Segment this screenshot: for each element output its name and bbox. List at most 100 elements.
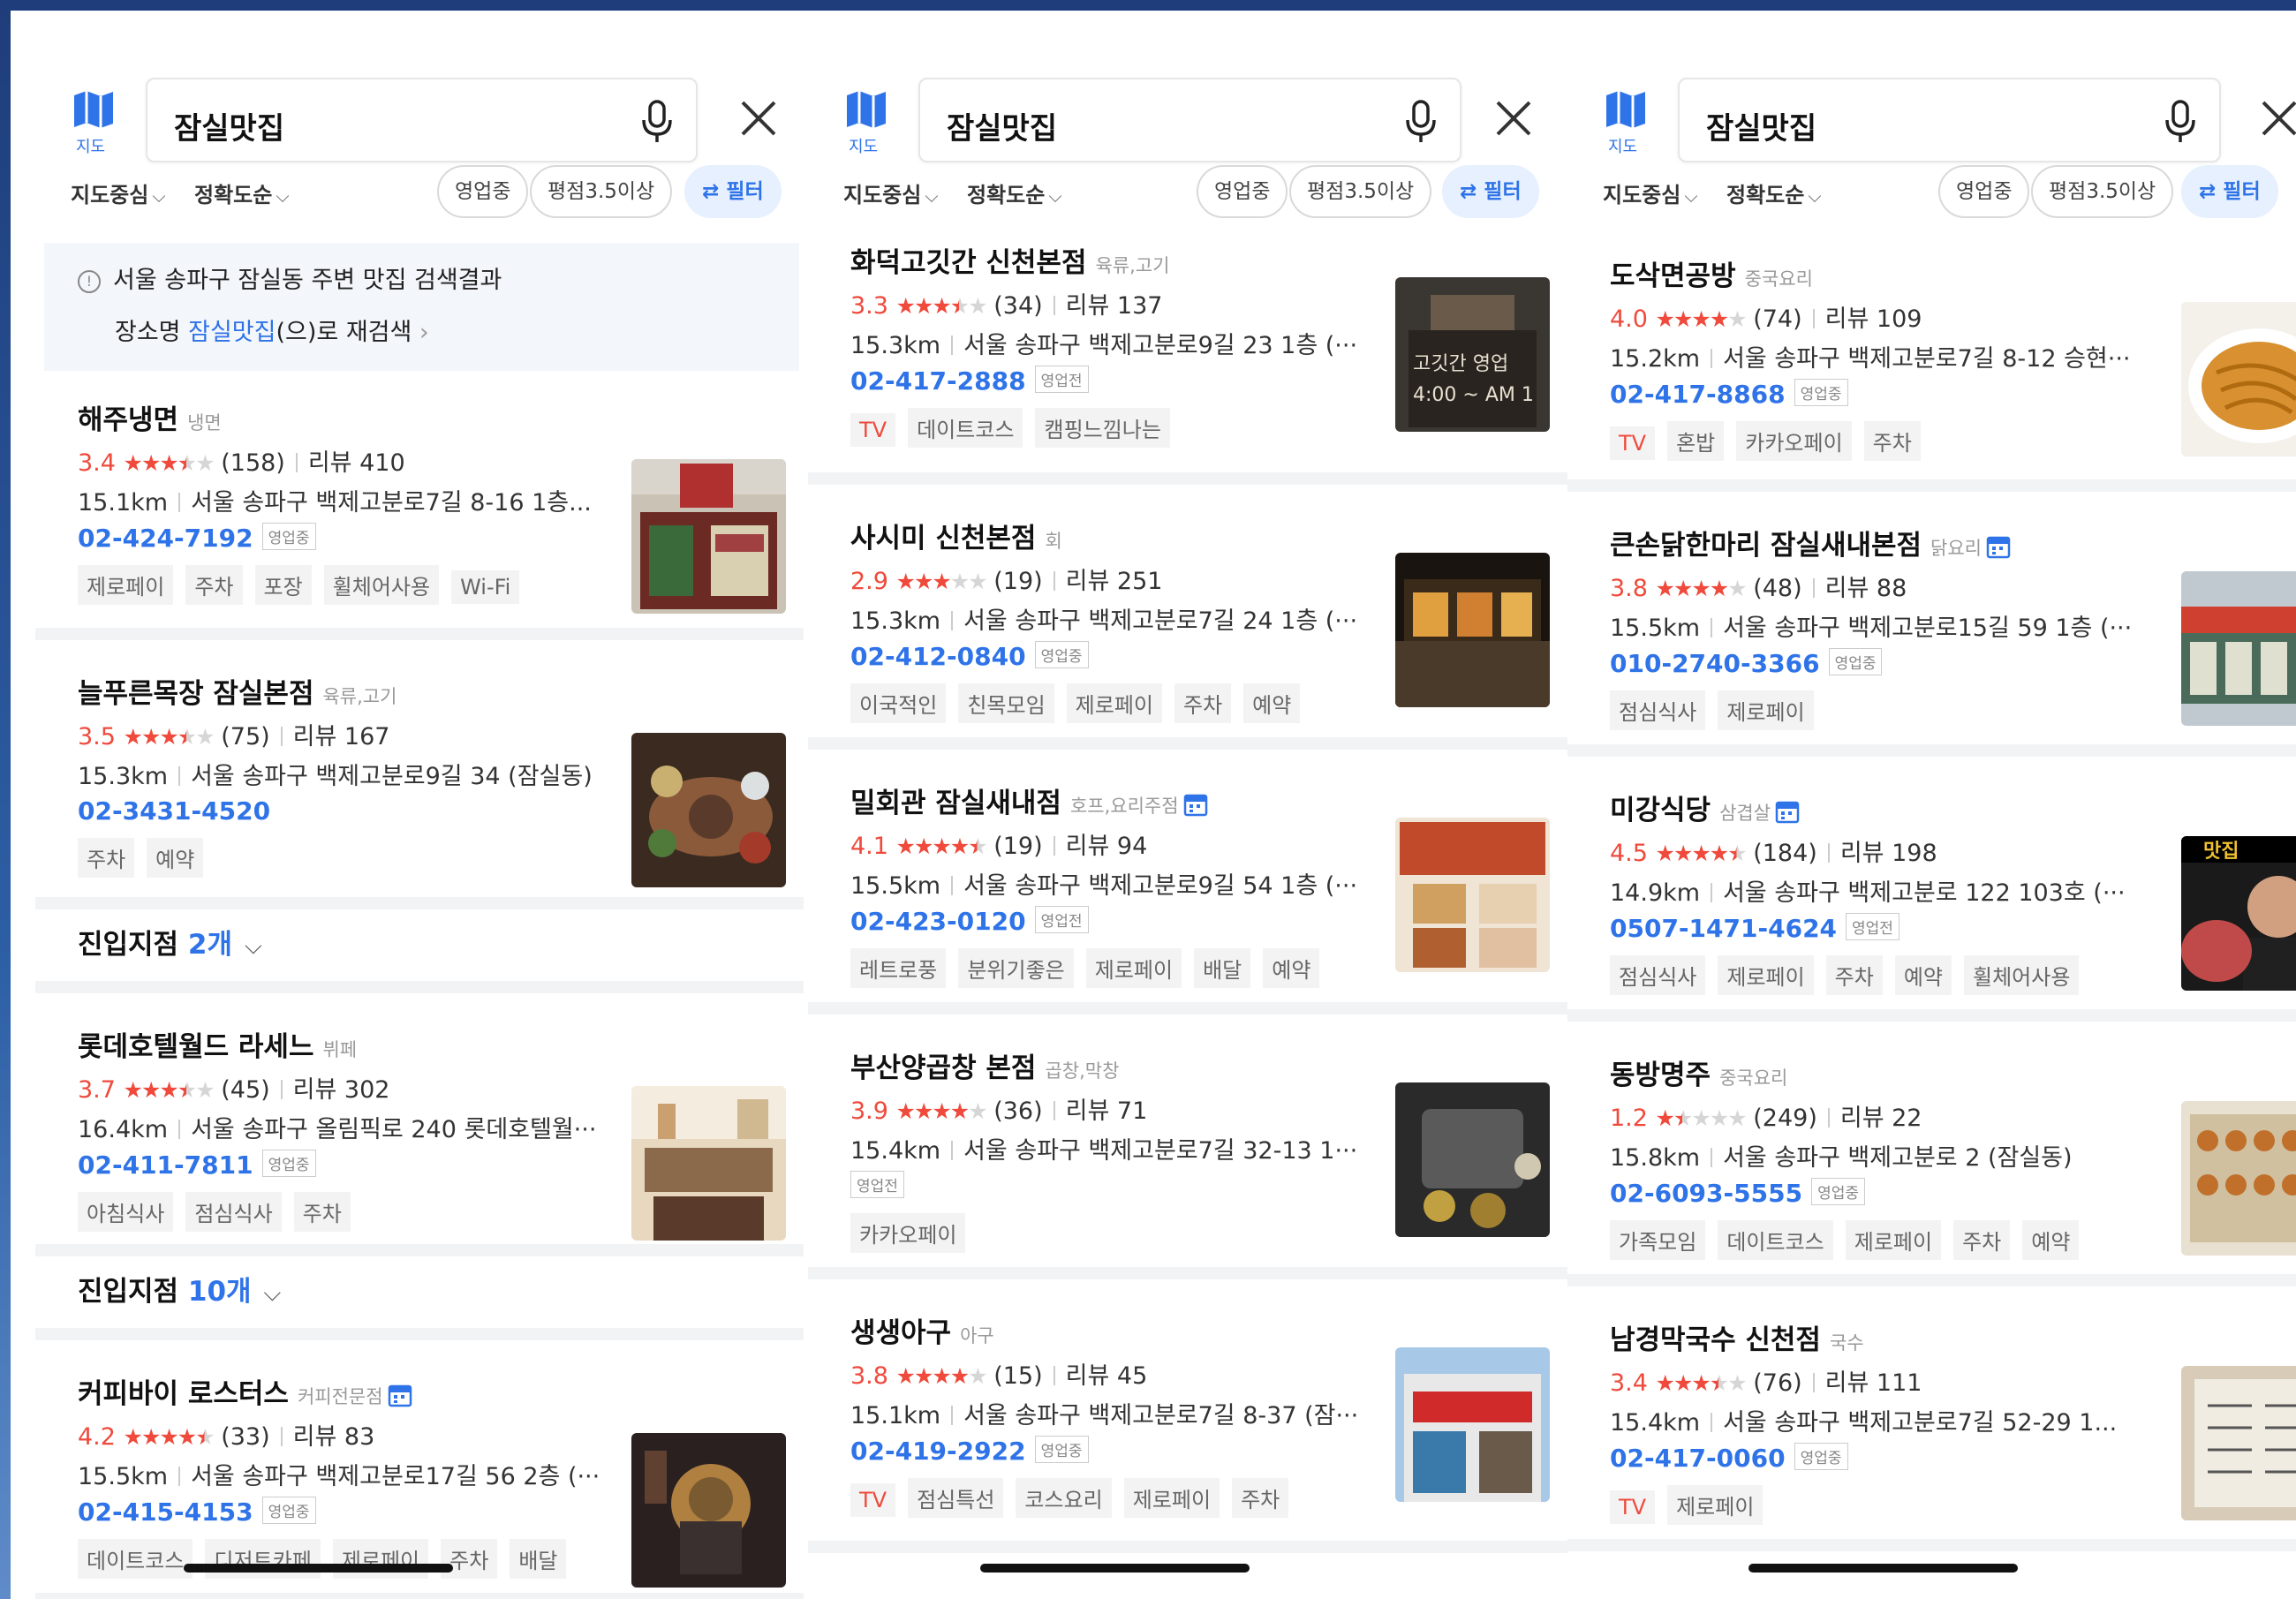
place-name[interactable]: 생생아구 — [850, 1317, 951, 1349]
place-photo[interactable] — [2181, 571, 2296, 726]
phone-number[interactable]: 02-3431-4520 — [78, 796, 270, 826]
place-name[interactable]: 남경막국수 신천점 — [1610, 1324, 1821, 1356]
phone-number[interactable]: 02-417-2888 — [850, 366, 1026, 396]
rating-count: (48) — [1753, 575, 1802, 602]
close-icon[interactable] — [736, 95, 782, 141]
place-name[interactable]: 해주냉면 — [78, 404, 178, 436]
place-list-item[interactable]: 밀회관 잠실새내점 호프,요리주점 4.1 ★★★★★ (19) 리뷰 94 15.… — [808, 750, 1567, 1014]
place-name[interactable]: 늘푸른목장 잠실본점 — [78, 678, 313, 710]
rating-filter-chip[interactable]: 평점3.5이상 — [1289, 165, 1432, 218]
place-name[interactable]: 도삭면공방 — [1610, 260, 1736, 292]
place-photo[interactable] — [2181, 1101, 2296, 1256]
place-photo[interactable]: 맛집 — [2181, 836, 2296, 991]
map-icon[interactable]: 지도 — [71, 88, 120, 157]
rating-filter-chip[interactable]: 평점3.5이상 — [530, 165, 673, 218]
review-count[interactable]: 리뷰 302 — [293, 1076, 390, 1104]
sort-accuracy-dropdown[interactable]: 정확도순 ⌵ — [967, 177, 1062, 208]
microphone-icon[interactable] — [2163, 99, 2198, 145]
place-photo[interactable] — [631, 1433, 786, 1588]
filter-button[interactable]: ⇄ 필터 — [1442, 165, 1539, 218]
review-count[interactable]: 리뷰 88 — [1825, 575, 1907, 602]
review-count[interactable]: 리뷰 45 — [1066, 1362, 1148, 1390]
phone-number[interactable]: 02-417-8868 — [1610, 380, 1786, 409]
sort-map-center-dropdown[interactable]: 지도중심 ⌵ — [843, 177, 939, 208]
close-icon[interactable] — [2256, 95, 2296, 141]
phone-number[interactable]: 02-415-4153 — [78, 1497, 253, 1527]
place-list-item[interactable]: 동방명주 중국요리 1.2 ★★★★★ (249) 리뷰 22 15.8km 서울 송… — [1567, 1022, 2296, 1286]
place-name[interactable]: 밀회관 잠실새내점 — [850, 788, 1061, 819]
review-count[interactable]: 리뷰 22 — [1840, 1105, 1922, 1132]
place-name[interactable]: 미강식당 — [1610, 795, 1711, 826]
phone-number[interactable]: 02-417-0060 — [1610, 1444, 1786, 1473]
phone-number[interactable]: 02-419-2922 — [850, 1437, 1026, 1466]
map-icon[interactable]: 지도 — [843, 88, 893, 157]
map-icon[interactable]: 지도 — [1603, 88, 1652, 157]
place-list-item[interactable]: 커피바이 로스터스 커피전문점 4.2 ★★★★★ (33) 리뷰 83 15.5k… — [35, 1340, 804, 1599]
place-name[interactable]: 화덕고깃간 신천본점 — [850, 247, 1086, 279]
phone-number[interactable]: 02-424-7192 — [78, 524, 253, 553]
place-list-item[interactable]: 도삭면공방 중국요리 4.0 ★★★★★ (74) 리뷰 109 15.2km 서울 … — [1567, 227, 2296, 492]
place-photo[interactable] — [631, 459, 786, 614]
filter-button[interactable]: ⇄ 필터 — [2181, 165, 2278, 218]
place-name[interactable]: 부산양곱창 본점 — [850, 1052, 1036, 1084]
review-count[interactable]: 리뷰 410 — [308, 449, 405, 477]
place-list-item[interactable]: 남경막국수 신천점 국수 3.4 ★★★★★ (76) 리뷰 111 15.4km 서… — [1567, 1286, 2296, 1551]
review-count[interactable]: 리뷰 167 — [293, 723, 390, 750]
search-input[interactable]: 잠실맛집 — [1678, 78, 2221, 162]
branch-expander[interactable]: 진입지점 2개 ⌵ — [35, 909, 804, 993]
phone-number[interactable]: 0507-1471-4624 — [1610, 914, 1837, 943]
review-count[interactable]: 리뷰 251 — [1066, 568, 1163, 595]
place-photo[interactable] — [631, 1086, 786, 1241]
place-name[interactable]: 동방명주 — [1610, 1060, 1711, 1091]
phone-number[interactable]: 010-2740-3366 — [1610, 649, 1820, 678]
phone-number[interactable]: 02-423-0120 — [850, 907, 1026, 936]
place-photo[interactable] — [1395, 1347, 1550, 1502]
place-list-item[interactable]: 큰손닭한마리 잠실새내본점 닭요리 3.8 ★★★★★ (48) 리뷰 88 15.… — [1567, 492, 2296, 757]
review-count[interactable]: 리뷰 137 — [1066, 292, 1163, 320]
sort-accuracy-dropdown[interactable]: 정확도순 ⌵ — [194, 177, 290, 208]
place-list-item[interactable]: 생생아구 아구 3.8 ★★★★★ (15) 리뷰 45 15.1km 서울 송파구 … — [808, 1279, 1567, 1553]
place-list-item[interactable]: 부산양곱창 본점 곱창,막창 3.9 ★★★★★ (36) 리뷰 71 15.4km… — [808, 1014, 1567, 1279]
phone-number[interactable]: 02-6093-5555 — [1610, 1179, 1802, 1208]
branch-expander[interactable]: 진입지점 10개 ⌵ — [35, 1256, 804, 1340]
filter-button[interactable]: ⇄ 필터 — [684, 165, 782, 218]
place-photo[interactable] — [1395, 1082, 1550, 1237]
review-count[interactable]: 리뷰 83 — [293, 1423, 375, 1451]
place-list-item[interactable]: 롯데호텔월드 라세느 뷔페 3.7 ★★★★★ (45) 리뷰 302 16.4km… — [35, 993, 804, 1256]
review-count[interactable]: 리뷰 71 — [1066, 1097, 1148, 1125]
microphone-icon[interactable] — [639, 99, 675, 145]
sort-map-center-dropdown[interactable]: 지도중심 ⌵ — [1603, 177, 1698, 208]
place-list-item[interactable]: 늘푸른목장 잠실본점 육류,고기 3.5 ★★★★★ (75) 리뷰 167 15.… — [35, 640, 804, 909]
review-count[interactable]: 리뷰 94 — [1066, 833, 1148, 860]
place-photo[interactable] — [631, 733, 786, 887]
review-count[interactable]: 리뷰 109 — [1825, 305, 1922, 333]
place-list-item[interactable]: 화덕고깃간 신천본점 육류,고기 3.3 ★★★★★ (34) 리뷰 137 15.… — [808, 227, 1567, 485]
place-photo[interactable] — [1395, 818, 1550, 972]
microphone-icon[interactable] — [1403, 99, 1439, 145]
review-count[interactable]: 리뷰 111 — [1825, 1369, 1922, 1397]
place-photo[interactable] — [2181, 1366, 2296, 1520]
sort-map-center-dropdown[interactable]: 지도중심 ⌵ — [71, 177, 166, 208]
open-now-chip[interactable]: 영업중 — [437, 165, 529, 218]
search-input[interactable]: 잠실맛집 — [146, 78, 698, 162]
research-link[interactable]: 장소명 잠실맛집(으)로 재검색 › — [78, 313, 799, 347]
open-now-chip[interactable]: 영업중 — [1938, 165, 2030, 218]
place-name[interactable]: 커피바이 로스터스 — [78, 1378, 289, 1410]
place-photo[interactable] — [2181, 302, 2296, 456]
search-input[interactable]: 잠실맛집 — [918, 78, 1461, 162]
place-list-item[interactable]: 미강식당 삼겹살 4.5 ★★★★★ (184) 리뷰 198 14.9km 서울 송… — [1567, 757, 2296, 1022]
place-name[interactable]: 사시미 신천본점 — [850, 523, 1036, 554]
place-list-item[interactable]: 사시미 신천본점 회 2.9 ★★★★★ (19) 리뷰 251 15.3km 서울 … — [808, 485, 1567, 750]
rating-filter-chip[interactable]: 평점3.5이상 — [2031, 165, 2174, 218]
place-name[interactable]: 큰손닭한마리 잠실새내본점 — [1610, 530, 1922, 562]
place-name[interactable]: 롯데호텔월드 라세느 — [78, 1031, 313, 1063]
place-photo[interactable]: 고깃간 영업 4:00 ~ AM 1 — [1395, 277, 1550, 432]
place-photo[interactable] — [1395, 553, 1550, 707]
close-icon[interactable] — [1491, 95, 1537, 141]
phone-number[interactable]: 02-411-7811 — [78, 1150, 253, 1180]
review-count[interactable]: 리뷰 198 — [1840, 840, 1937, 867]
open-now-chip[interactable]: 영업중 — [1197, 165, 1288, 218]
sort-accuracy-dropdown[interactable]: 정확도순 ⌵ — [1726, 177, 1822, 208]
place-list-item[interactable]: 해주냉면 냉면 3.4 ★★★★★ (158) 리뷰 410 15.1km 서울 송파… — [35, 371, 804, 640]
phone-number[interactable]: 02-412-0840 — [850, 642, 1026, 671]
